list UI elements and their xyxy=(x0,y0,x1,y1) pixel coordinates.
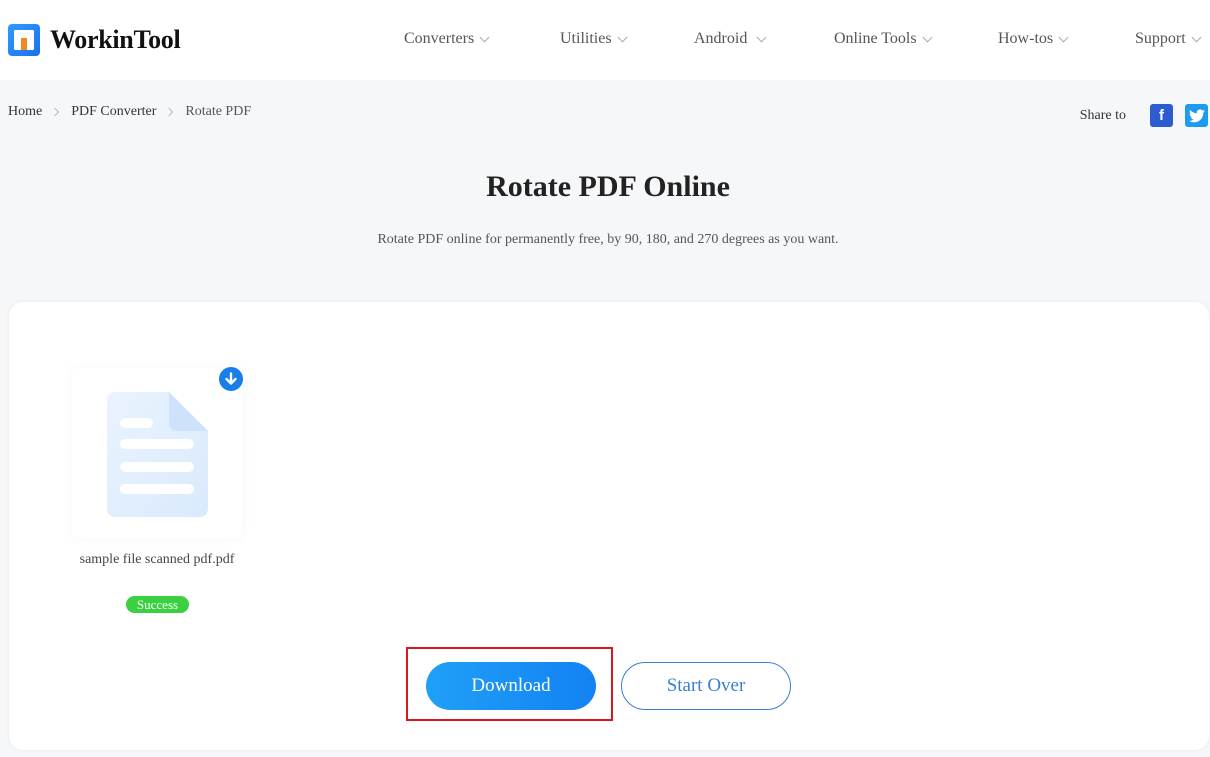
status-badge: Success xyxy=(126,596,189,613)
chevron-down-icon xyxy=(922,32,933,42)
page-title: Rotate PDF Online xyxy=(486,170,730,203)
share-bar: Share to f xyxy=(1080,104,1208,127)
start-over-button[interactable]: Start Over xyxy=(621,662,791,710)
main-nav: Converters Utilities Android Online Tool… xyxy=(0,30,1210,50)
nav-label: Android xyxy=(694,30,748,47)
nav-label: Support xyxy=(1135,30,1186,47)
nav-item-how-tos[interactable]: How-tos xyxy=(998,30,1069,48)
download-button[interactable]: Download xyxy=(426,662,596,710)
document-icon xyxy=(107,392,208,517)
chevron-right-icon xyxy=(50,107,60,117)
twitter-icon xyxy=(1188,108,1205,122)
site-header: WorkinTool Converters Utilities Android … xyxy=(0,0,1210,80)
nav-item-support[interactable]: Support xyxy=(1135,30,1202,48)
nav-label: Converters xyxy=(404,30,475,47)
download-circle-icon xyxy=(225,372,237,385)
nav-label: Utilities xyxy=(560,30,612,47)
nav-item-converters[interactable]: Converters xyxy=(404,30,490,48)
nav-item-online-tools[interactable]: Online Tools xyxy=(834,30,933,48)
page-subtitle: Rotate PDF online for permanently free, … xyxy=(377,232,839,247)
facebook-share-button[interactable]: f xyxy=(1150,104,1173,127)
breadcrumb: Home PDF Converter Rotate PDF xyxy=(8,104,251,120)
chevron-right-icon xyxy=(165,107,174,117)
share-label: Share to xyxy=(1079,107,1126,123)
facebook-icon: f xyxy=(1159,107,1164,124)
file-name: sample file scanned pdf.pdf xyxy=(79,552,235,567)
chevron-down-icon xyxy=(1058,32,1069,42)
twitter-share-button[interactable] xyxy=(1185,104,1208,127)
nav-item-utilities[interactable]: Utilities xyxy=(560,30,628,48)
breadcrumb-rotate-pdf: Rotate PDF xyxy=(185,104,252,119)
chevron-down-icon xyxy=(479,32,490,42)
nav-item-android[interactable]: Android xyxy=(694,30,767,48)
nav-label: Online Tools xyxy=(834,30,917,47)
nav-label: How-tos xyxy=(998,30,1054,47)
chevron-down-icon xyxy=(617,32,628,42)
chevron-down-icon xyxy=(756,32,767,42)
breadcrumb-home[interactable]: Home xyxy=(8,104,42,120)
file-download-button[interactable] xyxy=(219,367,243,391)
breadcrumb-pdf-converter[interactable]: PDF Converter xyxy=(71,104,156,120)
chevron-down-icon xyxy=(1191,32,1202,42)
